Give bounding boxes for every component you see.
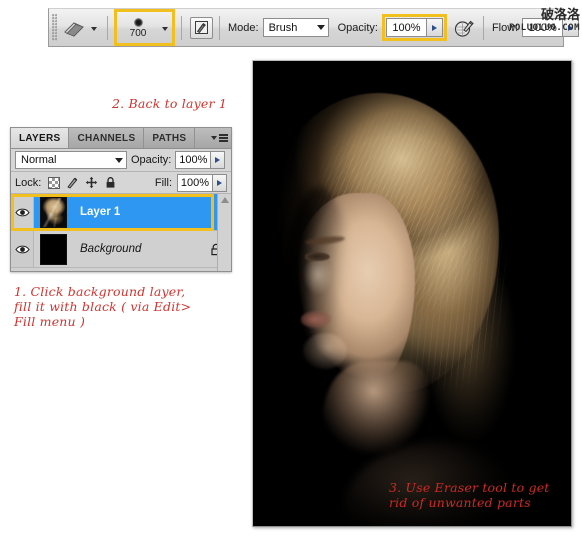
mode-chevron-down-icon xyxy=(316,25,325,30)
tool-preset-picker[interactable] xyxy=(60,17,101,39)
brush-panel-toggle-button[interactable] xyxy=(190,16,213,39)
blend-mode-row: Normal Opacity: 100% xyxy=(11,149,231,172)
options-bar-grip[interactable] xyxy=(49,9,60,46)
fill-field[interactable]: 100% xyxy=(177,173,227,192)
tab-paths[interactable]: PATHS xyxy=(144,128,196,148)
layer-list: Layer 1 Background xyxy=(11,194,231,271)
airbrush-toggle-button[interactable] xyxy=(453,17,475,39)
opacity-label: Opacity: xyxy=(337,21,378,34)
lock-label: Lock: xyxy=(15,176,42,189)
tab-strip-filler xyxy=(195,128,207,148)
layer-thumbnail-cell-background[interactable] xyxy=(34,231,72,267)
flow-slider-arrow-icon[interactable] xyxy=(562,18,580,37)
lock-transparent-pixels-icon[interactable] xyxy=(48,176,61,189)
blend-mode-dropdown[interactable]: Normal xyxy=(15,151,127,169)
fill-value: 100% xyxy=(177,173,212,192)
panel-menu-button[interactable] xyxy=(207,128,231,148)
options-bar-divider-1 xyxy=(107,15,108,40)
layer-opacity-value: 100% xyxy=(175,151,211,169)
brush-tip-preview-icon xyxy=(133,18,143,27)
panel-menu-lines-icon xyxy=(218,134,228,142)
tab-layers[interactable]: LAYERS xyxy=(11,128,70,148)
layer-name-layer-1[interactable]: Layer 1 xyxy=(72,206,231,218)
eraser-icon xyxy=(62,17,86,39)
scroll-up-arrow-icon[interactable] xyxy=(220,197,229,203)
opacity-highlight: 100% xyxy=(381,14,447,41)
fill-slider-arrow-icon[interactable] xyxy=(212,173,227,192)
portrait-thumbnail-icon xyxy=(39,196,67,228)
brush-preset-highlight: 700 xyxy=(114,9,175,46)
panel-tab-strip: LAYERS CHANNELS PATHS xyxy=(11,128,231,149)
layer-name-background[interactable]: Background xyxy=(72,243,201,255)
lock-position-icon[interactable] xyxy=(85,176,98,189)
blend-mode-chevron-down-icon xyxy=(115,157,123,163)
blend-mode-value: Normal xyxy=(21,154,57,166)
opacity-slider-arrow-icon[interactable] xyxy=(425,18,443,37)
brush-preset-picker[interactable]: 700 xyxy=(119,12,157,43)
flow-field[interactable]: 100% xyxy=(522,18,580,37)
options-bar: 700 Mode: Brush Opacity: 100% Flow: 100% xyxy=(48,8,580,47)
opacity-field[interactable]: 100% xyxy=(385,18,443,37)
lock-all-icon[interactable] xyxy=(104,176,117,189)
lock-buttons xyxy=(48,176,117,189)
brush-panel-toggle-icon xyxy=(195,21,208,34)
airbrush-icon xyxy=(454,20,474,37)
mode-value: Brush xyxy=(268,21,298,34)
mode-label: Mode: xyxy=(228,21,259,34)
annotation-step-1: 1. Click background layer, fill it with … xyxy=(14,284,192,329)
chin xyxy=(303,333,347,369)
layer-opacity-slider-arrow-icon[interactable] xyxy=(210,151,226,169)
portrait-image xyxy=(253,61,571,526)
brush-size-value: 700 xyxy=(129,28,147,39)
options-bar-divider-4 xyxy=(482,15,484,40)
layer-opacity-field[interactable]: 100% xyxy=(175,151,226,169)
annotation-step-2: 2. Back to layer 1 xyxy=(112,96,228,111)
brush-preset-chevron-down-icon[interactable] xyxy=(162,27,168,31)
layer-row-layer-1[interactable]: Layer 1 xyxy=(11,194,231,231)
mode-dropdown[interactable]: Brush xyxy=(262,18,329,37)
lock-row: Lock: Fill: 100% xyxy=(11,172,231,194)
eye-icon xyxy=(14,208,30,216)
layer-opacity-label: Opacity: xyxy=(131,154,172,166)
panel-menu-chevron-down-icon xyxy=(210,136,217,140)
annotation-step-3: 3. Use Eraser tool to get rid of unwante… xyxy=(389,480,550,510)
opacity-value: 100% xyxy=(385,18,426,37)
eye xyxy=(305,252,330,261)
flow-value: 100% xyxy=(522,18,563,37)
fill-label: Fill: xyxy=(154,176,172,189)
layer-visibility-toggle-background[interactable] xyxy=(11,231,34,267)
nose-highlight xyxy=(293,257,333,301)
tab-channels[interactable]: CHANNELS xyxy=(69,128,145,148)
document-canvas[interactable]: 3. Use Eraser tool to get rid of unwante… xyxy=(252,60,572,527)
layers-panel: LAYERS CHANNELS PATHS Normal Opacity: 10… xyxy=(10,127,232,272)
layer-row-background[interactable]: Background xyxy=(11,231,231,268)
layer-thumbnail-cell-layer-1[interactable] xyxy=(34,194,72,230)
black-thumbnail-icon xyxy=(39,233,67,265)
tool-preset-chevron-down-icon[interactable] xyxy=(91,27,97,31)
options-bar-divider-3 xyxy=(219,15,220,40)
layer-visibility-toggle-layer-1[interactable] xyxy=(11,194,34,230)
photoshop-screenshot: 700 Mode: Brush Opacity: 100% Flow: 100%… xyxy=(0,0,582,542)
eye-icon xyxy=(14,245,30,253)
flow-label: Flow: xyxy=(491,21,519,34)
lock-image-pixels-icon[interactable] xyxy=(66,176,79,189)
options-bar-divider-2 xyxy=(181,15,182,40)
layer-list-scrollbar[interactable] xyxy=(217,194,231,271)
